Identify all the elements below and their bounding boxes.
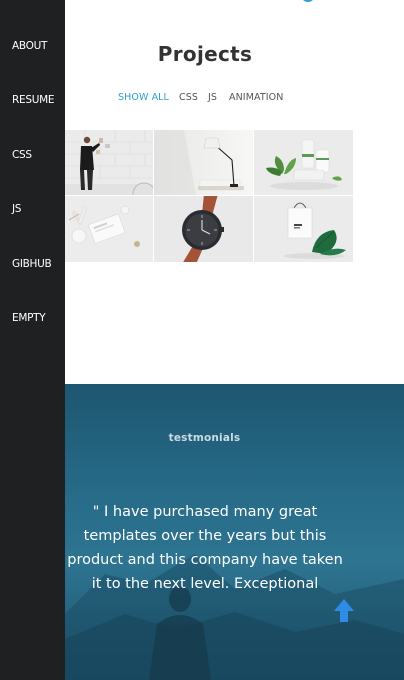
sidebar-item-resume[interactable]: RESUME bbox=[12, 94, 54, 106]
testimonials-section: testmonials " I have purchased many grea… bbox=[65, 384, 404, 680]
partial-icon bbox=[301, 0, 315, 2]
project-tile[interactable] bbox=[154, 130, 253, 195]
arrow-up-icon bbox=[334, 599, 354, 622]
shopping-bag-photo-icon bbox=[254, 196, 353, 262]
person-at-wall-photo-icon bbox=[65, 130, 153, 195]
sidebar-item-css[interactable]: CSS bbox=[12, 149, 32, 161]
projects-title: Projects bbox=[157, 42, 253, 66]
quote-line: product and this company have taken bbox=[67, 552, 343, 568]
sidebar-item-js[interactable]: JS bbox=[12, 203, 21, 215]
sidebar-item-empty[interactable]: EMPTY bbox=[12, 312, 46, 324]
filter-show-all[interactable]: SHOW ALL bbox=[118, 92, 169, 103]
filter-animation[interactable]: ANIMATION bbox=[229, 92, 283, 103]
wristwatch-photo-icon bbox=[154, 196, 253, 262]
filter-css[interactable]: CSS bbox=[179, 92, 198, 103]
project-tile[interactable] bbox=[154, 196, 253, 262]
sidebar-nav: ABOUT RESUME CSS JS GIBHUB EMPTY bbox=[0, 0, 65, 680]
project-tile[interactable] bbox=[254, 130, 353, 195]
sidebar-item-about[interactable]: ABOUT bbox=[12, 40, 47, 52]
stationery-flatlay-photo-icon bbox=[65, 196, 153, 262]
plant-and-cosmetics-photo-icon bbox=[254, 130, 353, 195]
project-tile[interactable] bbox=[65, 130, 153, 195]
quote-line: it to the next level. Exceptional bbox=[91, 576, 319, 592]
filter-js[interactable]: JS bbox=[208, 92, 217, 103]
testimonials-heading: testmonials bbox=[168, 432, 241, 444]
sidebar-item-gibhub[interactable]: GIBHUB bbox=[12, 258, 52, 270]
project-tile[interactable] bbox=[65, 196, 153, 262]
quote-line: templates over the years but this bbox=[83, 528, 327, 544]
project-tile[interactable] bbox=[254, 196, 353, 262]
quote-line: " I have purchased many great bbox=[92, 504, 318, 520]
desk-lamp-photo-icon bbox=[154, 130, 253, 195]
project-gallery bbox=[65, 130, 353, 262]
scroll-to-top-button[interactable] bbox=[333, 598, 355, 624]
